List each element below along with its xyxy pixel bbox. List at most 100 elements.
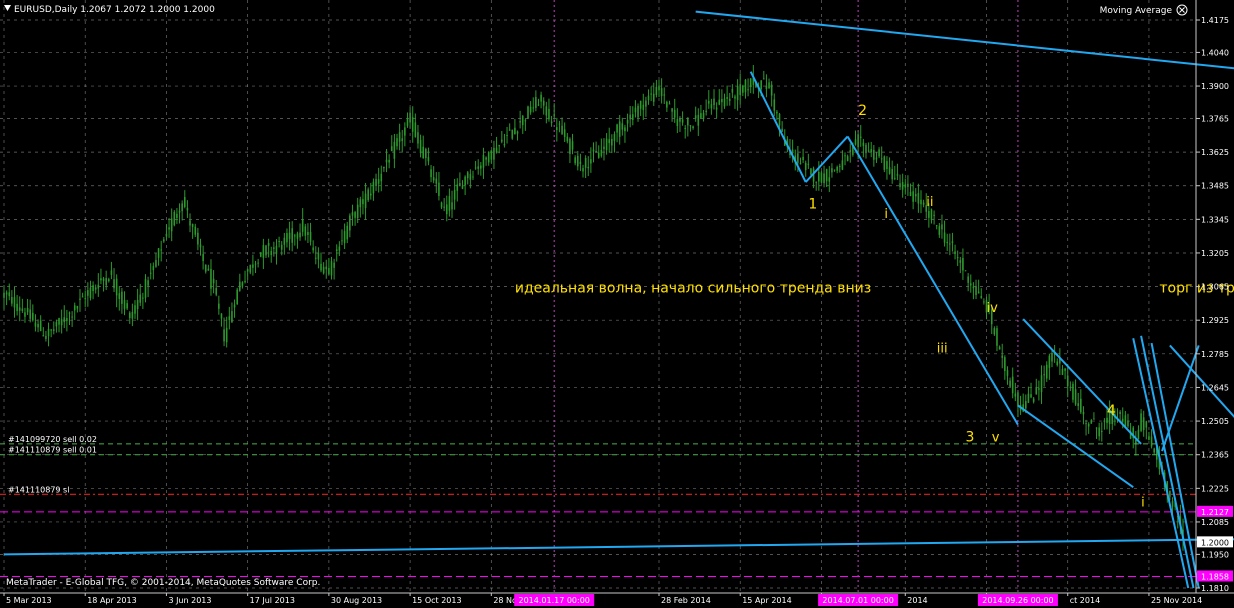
candle-body [212,278,215,284]
candle-body [954,251,956,255]
candle-body [626,119,629,124]
candle-body [47,329,50,337]
candle-body [218,303,220,309]
indicator-name[interactable]: Moving Average [1100,6,1173,16]
candle-body [183,196,186,207]
candle-body [1011,376,1014,394]
candle-body [650,93,652,95]
candle-body [79,298,81,300]
candle-body [865,144,867,154]
candle-body [110,270,113,275]
candle-body [1027,393,1030,403]
candle-body [912,191,914,202]
candle-body [524,120,527,122]
annotation-sub-i-bottom: i [1141,495,1145,510]
candle-body [257,262,259,264]
candle-body [1121,418,1124,422]
candle-body [63,317,66,323]
candle-body [935,225,938,227]
y-tick-label: 1.2925 [1201,316,1229,325]
candle-body [870,149,873,153]
candle-body [223,329,225,342]
annotation-sub-iii: iii [937,342,948,357]
candle-body [42,335,45,337]
candle-body [776,111,778,114]
candle-body [747,89,749,91]
candle-body [267,242,270,246]
candle-body [873,149,875,160]
candle-body [857,134,859,148]
candle-body [362,199,364,205]
candle-body [707,100,710,104]
candle-body [702,112,705,119]
candle-body [34,322,37,327]
candle-body [320,263,322,271]
candle-body [417,132,419,144]
candle-body [1040,375,1043,393]
candle-body [39,320,42,331]
candle-body [726,97,728,99]
candle-body [296,233,299,239]
candle-body [859,136,862,138]
candle-body [687,117,689,126]
candle-body [427,157,430,162]
candle-body [763,78,765,80]
candle-body [1082,411,1085,415]
y-tick-label: 1.3345 [1201,215,1229,224]
candle-body [684,127,686,129]
x-tick-label: 28 Feb 2014 [661,596,711,605]
order-label: #141110879 sell 0.01 [8,446,97,455]
candle-body [553,114,555,116]
candle-body [731,89,734,93]
candle-body [616,124,618,133]
candle-body [485,157,487,160]
candle-body [84,298,87,300]
x-tick-label: 17 Jul 2013 [250,596,295,605]
candle-body [469,174,472,180]
candle-body [136,299,139,310]
candle-body [443,206,445,208]
candle-body [804,162,807,171]
candle-body [537,104,540,106]
candle-body [11,297,13,304]
candle-body [236,289,238,305]
candle-body [1103,420,1106,422]
candle-body [322,266,325,274]
price-tag-label: 1.2127 [1201,508,1229,517]
candle-body [600,149,603,156]
y-tick-label: 1.3765 [1201,114,1229,123]
candle-body [718,99,721,105]
candle-body [891,168,893,180]
y-tick-label: 1.2505 [1201,417,1229,426]
candle-body [946,241,948,244]
candle-body [977,291,980,294]
candle-body [404,127,406,136]
candle-body [278,241,280,243]
candle-body [914,194,917,197]
candle-body [1017,392,1019,407]
candle-body [356,204,359,219]
y-tick-label: 1.2645 [1201,383,1229,392]
candle-body [168,227,170,230]
candle-body [495,147,498,153]
candle-body [582,168,584,172]
candle-body [1087,423,1090,427]
candle-body [317,252,320,260]
candle-body [1090,420,1093,424]
annotation-wave-2: 2 [858,103,867,119]
candle-body [760,80,762,90]
candle-body [280,244,283,250]
candle-body [24,312,26,317]
y-tick-label: 1.2365 [1201,451,1229,460]
candle-body [938,226,941,235]
price-chart[interactable]: #141099720 sell 0.02 #141110879 sell 0.01… [0,0,1234,608]
candle-body [207,268,210,271]
candle-body [749,78,752,87]
candle-body [723,98,726,107]
y-tick-label: 1.2225 [1201,484,1229,493]
candle-body [841,160,844,170]
candle-body [503,144,506,146]
candle-body [535,96,537,108]
candle-body [548,108,550,120]
candle-body [359,199,362,208]
